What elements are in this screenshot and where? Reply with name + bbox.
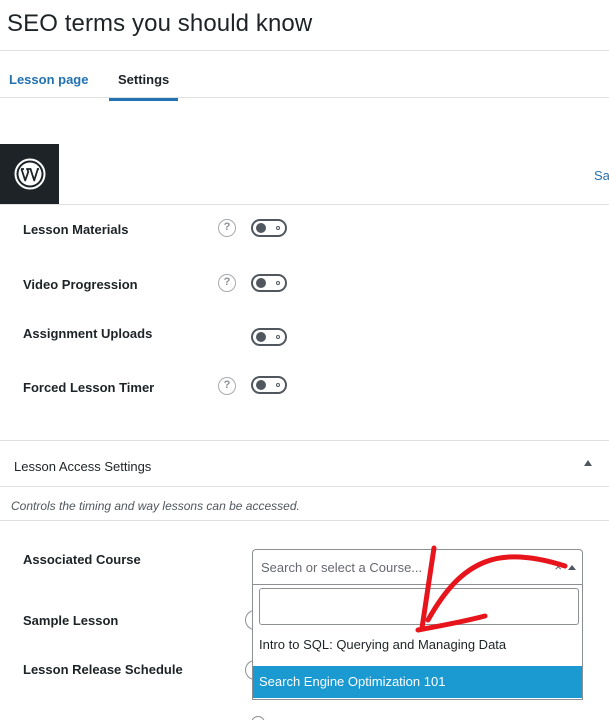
- course-dropdown: Intro to SQL: Querying and Managing Data…: [252, 585, 583, 700]
- wordpress-logo-icon: [14, 158, 45, 190]
- toggle-off-indicator: [276, 281, 280, 285]
- toggle-knob: [256, 278, 266, 288]
- sample-lesson-label: Sample Lesson: [23, 613, 119, 628]
- toggle-knob: [256, 380, 266, 390]
- header-link-truncated[interactable]: Sa: [594, 168, 609, 183]
- divider: [0, 97, 609, 98]
- setting-label: Lesson Materials: [23, 222, 129, 237]
- help-icon[interactable]: ?: [218, 219, 236, 237]
- tab-lesson-page[interactable]: Lesson page: [9, 72, 88, 87]
- setting-label: Video Progression: [23, 277, 138, 292]
- dropdown-option[interactable]: Intro to SQL: Querying and Managing Data: [253, 629, 582, 661]
- dropdown-option-highlighted[interactable]: Search Engine Optimization 101: [253, 666, 582, 698]
- wordpress-logo[interactable]: [0, 144, 59, 204]
- toggle-off-indicator: [276, 383, 280, 387]
- radio-button[interactable]: [251, 716, 265, 720]
- divider: [0, 50, 609, 51]
- associated-course-label: Associated Course: [23, 552, 141, 567]
- lesson-release-schedule-label: Lesson Release Schedule: [23, 662, 183, 677]
- help-icon[interactable]: ?: [218, 377, 236, 395]
- help-icon[interactable]: ?: [218, 274, 236, 292]
- toggle-knob: [256, 332, 266, 342]
- chevron-up-icon: [568, 565, 576, 570]
- forced-lesson-timer-toggle[interactable]: [251, 376, 287, 394]
- assignment-uploads-toggle[interactable]: [251, 328, 287, 346]
- clear-selection-icon[interactable]: ×: [554, 559, 562, 574]
- caret-up-icon[interactable]: [584, 460, 592, 466]
- lesson-materials-toggle[interactable]: [251, 219, 287, 237]
- page-title: SEO terms you should know: [7, 10, 313, 37]
- associated-course-select[interactable]: Search or select a Course... ×: [252, 549, 583, 585]
- tab-settings[interactable]: Settings: [118, 72, 169, 87]
- divider: [0, 204, 609, 205]
- divider: [0, 440, 609, 441]
- divider: [0, 520, 609, 521]
- toggle-knob: [256, 223, 266, 233]
- setting-label: Assignment Uploads: [23, 326, 153, 341]
- section-title: Lesson Access Settings: [14, 459, 152, 474]
- section-description: Controls the timing and way lessons can …: [11, 499, 300, 513]
- select-placeholder: Search or select a Course...: [261, 560, 423, 575]
- setting-label: Forced Lesson Timer: [23, 380, 155, 395]
- toggle-off-indicator: [276, 226, 280, 230]
- divider: [0, 486, 609, 487]
- toggle-off-indicator: [276, 335, 280, 339]
- course-search-input[interactable]: [259, 588, 579, 625]
- video-progression-toggle[interactable]: [251, 274, 287, 292]
